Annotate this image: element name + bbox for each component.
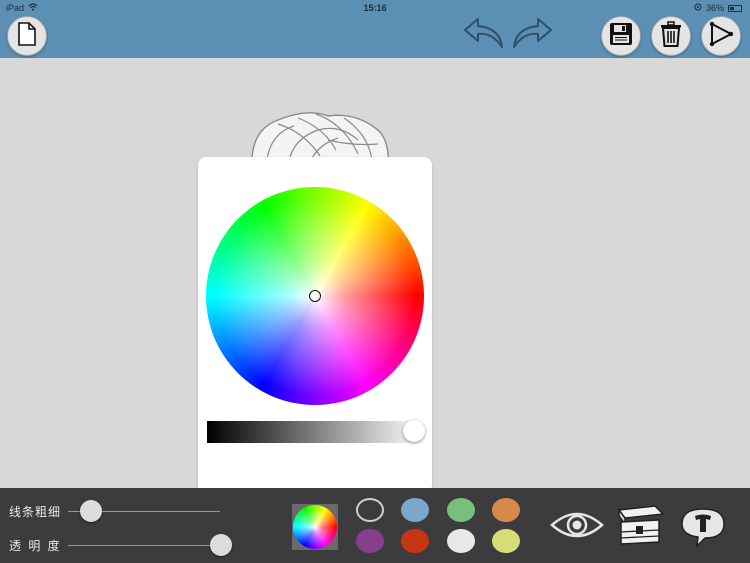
undo-arrow-icon bbox=[462, 16, 506, 55]
trash-icon bbox=[660, 20, 682, 52]
document-icon bbox=[18, 21, 36, 51]
opacity-track[interactable] bbox=[68, 545, 220, 546]
play-triangle-icon bbox=[708, 21, 734, 52]
color-picker-popover bbox=[198, 157, 432, 493]
opacity-label: 透 明 度 bbox=[9, 539, 62, 553]
swatch-purple[interactable] bbox=[356, 529, 384, 553]
swatch-white[interactable] bbox=[447, 529, 475, 553]
eye-icon bbox=[550, 509, 604, 546]
brightness-slider-thumb[interactable] bbox=[403, 420, 425, 442]
swatch-blue[interactable] bbox=[401, 498, 429, 522]
redo-button[interactable] bbox=[508, 17, 556, 53]
swatch-green[interactable] bbox=[447, 498, 475, 522]
view-toggle-button[interactable] bbox=[549, 509, 605, 545]
color-wheel-icon bbox=[293, 505, 337, 549]
save-button[interactable] bbox=[601, 16, 641, 56]
status-bar: iPad 15:16 36% bbox=[0, 0, 750, 16]
library-button[interactable] bbox=[614, 504, 666, 551]
top-toolbar: iPad 15:16 36% bbox=[0, 0, 750, 58]
swatch-red[interactable] bbox=[401, 529, 429, 553]
redo-arrow-icon bbox=[510, 16, 554, 55]
text-tool-button[interactable] bbox=[678, 507, 728, 551]
floppy-disk-icon bbox=[609, 22, 633, 51]
share-button[interactable] bbox=[701, 16, 741, 56]
swatch-orange[interactable] bbox=[492, 498, 520, 522]
status-time: 15:16 bbox=[363, 3, 387, 13]
battery-icon bbox=[728, 4, 742, 12]
swatch-none[interactable] bbox=[356, 498, 384, 522]
line-width-label: 线条粗细 bbox=[9, 505, 62, 519]
new-document-button[interactable] bbox=[7, 16, 47, 56]
brightness-slider-track[interactable] bbox=[207, 421, 423, 443]
opacity-thumb[interactable] bbox=[210, 534, 232, 556]
line-width-thumb[interactable] bbox=[80, 500, 102, 522]
delete-button[interactable] bbox=[651, 16, 691, 56]
rotation-lock-icon bbox=[694, 3, 702, 13]
color-wheel-picker[interactable] bbox=[309, 290, 321, 302]
swatch-yellow[interactable] bbox=[492, 529, 520, 553]
color-wheel-button[interactable] bbox=[292, 504, 338, 550]
undo-button[interactable] bbox=[460, 17, 508, 53]
battery-percent: 36% bbox=[705, 3, 724, 13]
treasure-chest-icon bbox=[615, 504, 665, 551]
text-bubble-icon bbox=[679, 506, 727, 553]
